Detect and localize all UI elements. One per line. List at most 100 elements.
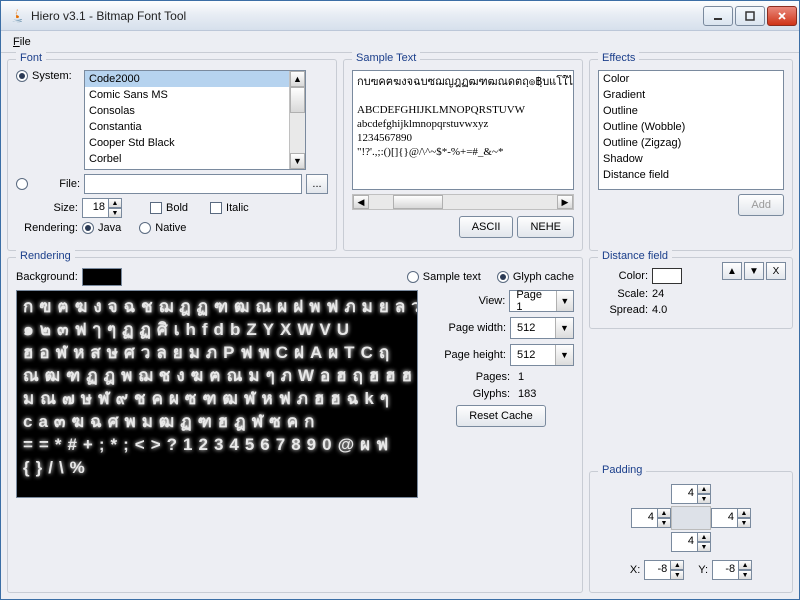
- titlebar: Hiero v3.1 - Bitmap Font Tool: [1, 1, 799, 31]
- scroll-thumb[interactable]: [393, 195, 443, 209]
- page-height-label: Page height:: [428, 349, 506, 361]
- italic-checkbox[interactable]: [210, 202, 222, 214]
- file-radio[interactable]: [16, 178, 28, 190]
- view-label: View:: [428, 295, 505, 307]
- sample-text-radio[interactable]: [407, 271, 419, 283]
- font-item[interactable]: Cooper Std Black: [85, 135, 305, 151]
- padding-bottom-spinner[interactable]: 4▲▼: [671, 532, 711, 552]
- minimize-button[interactable]: [703, 6, 733, 26]
- df-spread-value: 4.0: [652, 304, 667, 316]
- reset-cache-button[interactable]: Reset Cache: [456, 405, 546, 427]
- spinner-up-icon[interactable]: ▲: [108, 198, 122, 208]
- sample-text-radio-label: Sample text: [423, 271, 481, 283]
- background-swatch[interactable]: [82, 268, 122, 286]
- add-effect-button[interactable]: Add: [738, 194, 784, 216]
- effects-group: Effects Color Gradient Outline Outline (…: [589, 59, 793, 251]
- native-label: Native: [155, 222, 186, 234]
- effect-item[interactable]: Outline: [599, 103, 783, 119]
- df-legend: Distance field: [598, 250, 672, 262]
- menubar: File: [1, 31, 799, 53]
- font-item[interactable]: Code2000: [85, 71, 305, 87]
- padding-right-spinner[interactable]: 4▲▼: [711, 508, 751, 528]
- scroll-left-icon[interactable]: ◀: [353, 195, 369, 209]
- file-input[interactable]: [84, 174, 302, 194]
- size-spinner[interactable]: 18 ▲▼: [82, 198, 122, 218]
- file-label: File:: [32, 178, 80, 190]
- view-combo[interactable]: Page 1▼: [509, 290, 574, 312]
- maximize-button[interactable]: [735, 6, 765, 26]
- sample-legend: Sample Text: [352, 52, 420, 64]
- chevron-down-icon[interactable]: ▼: [555, 318, 573, 338]
- padding-top-spinner[interactable]: 4▲▼: [671, 484, 711, 504]
- scroll-right-icon[interactable]: ▶: [557, 195, 573, 209]
- ascii-button[interactable]: ASCII: [459, 216, 514, 238]
- rendering-group: Rendering Background: Sample text Glyph …: [7, 257, 583, 593]
- padding-y-label: Y:: [698, 564, 708, 576]
- native-radio[interactable]: [139, 222, 151, 234]
- font-item[interactable]: Corbel: [85, 151, 305, 167]
- page-height-combo[interactable]: 512▼: [510, 344, 574, 366]
- font-item[interactable]: Constantia: [85, 119, 305, 135]
- size-value[interactable]: 18: [82, 198, 108, 218]
- rendering-legend: Rendering: [16, 250, 75, 262]
- page-width-combo[interactable]: 512▼: [510, 317, 574, 339]
- pages-value: 1: [514, 371, 574, 383]
- java-label: Java: [98, 222, 121, 234]
- background-label: Background:: [16, 271, 78, 283]
- effect-item[interactable]: Shadow: [599, 151, 783, 167]
- system-radio[interactable]: [16, 70, 28, 82]
- effect-item[interactable]: Outline (Zigzag): [599, 135, 783, 151]
- effects-legend: Effects: [598, 52, 639, 64]
- padding-legend: Padding: [598, 464, 646, 476]
- distance-field-group: Distance field ▲ ▼ X Color: Scale:24 Spr…: [589, 257, 793, 329]
- chevron-down-icon[interactable]: ▼: [556, 291, 573, 311]
- window-title: Hiero v3.1 - Bitmap Font Tool: [31, 9, 703, 23]
- render-controls: View: Page 1▼ Page width: 512▼ Page heig…: [424, 290, 574, 498]
- italic-label: Italic: [226, 202, 249, 214]
- remove-button[interactable]: X: [766, 262, 786, 280]
- font-list[interactable]: Code2000 Comic Sans MS Consolas Constant…: [84, 70, 306, 170]
- effects-list[interactable]: Color Gradient Outline Outline (Wobble) …: [598, 70, 784, 190]
- df-scale-label: Scale:: [598, 288, 648, 300]
- sample-text-group: Sample Text กบฃคฅฆงจฉบซฌญฎฏฒฑฒณดตถฺ๏฿ฺบแ…: [343, 59, 583, 251]
- move-down-button[interactable]: ▼: [744, 262, 764, 280]
- maximize-icon: [745, 11, 755, 21]
- minimize-icon: [713, 11, 723, 21]
- df-color-label: Color:: [598, 270, 648, 282]
- java-radio[interactable]: [82, 222, 94, 234]
- effect-item[interactable]: Outline (Wobble): [599, 119, 783, 135]
- padding-left-spinner[interactable]: 4▲▼: [631, 508, 671, 528]
- sample-hscroll[interactable]: ◀ ▶: [352, 194, 574, 210]
- browse-button[interactable]: ...: [306, 174, 328, 194]
- scroll-up-icon[interactable]: ▲: [290, 71, 305, 87]
- bold-checkbox[interactable]: [150, 202, 162, 214]
- glyphs-value: 183: [514, 388, 574, 400]
- chevron-down-icon[interactable]: ▼: [555, 345, 573, 365]
- padding-x-label: X:: [630, 564, 640, 576]
- nehe-button[interactable]: NEHE: [517, 216, 574, 238]
- effect-item[interactable]: Gradient: [599, 87, 783, 103]
- font-item[interactable]: Comic Sans MS: [85, 87, 305, 103]
- padding-x-spinner[interactable]: -8▲▼: [644, 560, 684, 580]
- padding-y-spinner[interactable]: -8▲▼: [712, 560, 752, 580]
- df-color-swatch[interactable]: [652, 268, 682, 284]
- page-width-label: Page width:: [428, 322, 506, 334]
- close-button[interactable]: [767, 6, 797, 26]
- effect-item[interactable]: Color: [599, 71, 783, 87]
- rendering-label: Rendering:: [16, 222, 78, 234]
- glyph-preview: กฃฅฆงจฉชฌฎฏฑฒณผฝพฟภมยลวศษสหฬอฮ ๑๒๓ฟๅๆฏฏศ…: [16, 290, 418, 498]
- java-icon: [9, 8, 25, 24]
- padding-group: Padding 4▲▼ 4▲▼ 4▲▼ 4▲▼ X: -8▲▼ Y:: [589, 471, 793, 593]
- sample-text-area[interactable]: กบฃคฅฆงจฉบซฌญฎฏฒฑฒณดตถฺ๏฿ฺบแโใไๅๆ็่้๊๋์ํ…: [352, 70, 574, 190]
- move-up-button[interactable]: ▲: [722, 262, 742, 280]
- font-item[interactable]: Consolas: [85, 103, 305, 119]
- app-window: Hiero v3.1 - Bitmap Font Tool File Font …: [0, 0, 800, 600]
- scroll-down-icon[interactable]: ▼: [290, 153, 305, 169]
- font-legend: Font: [16, 52, 46, 64]
- font-list-scrollbar[interactable]: ▲ ▼: [289, 71, 305, 169]
- scroll-thumb[interactable]: [290, 87, 305, 113]
- glyph-cache-radio[interactable]: [497, 271, 509, 283]
- spinner-down-icon[interactable]: ▼: [108, 208, 122, 218]
- menu-file[interactable]: File: [7, 34, 37, 50]
- effect-item[interactable]: Distance field: [599, 167, 783, 183]
